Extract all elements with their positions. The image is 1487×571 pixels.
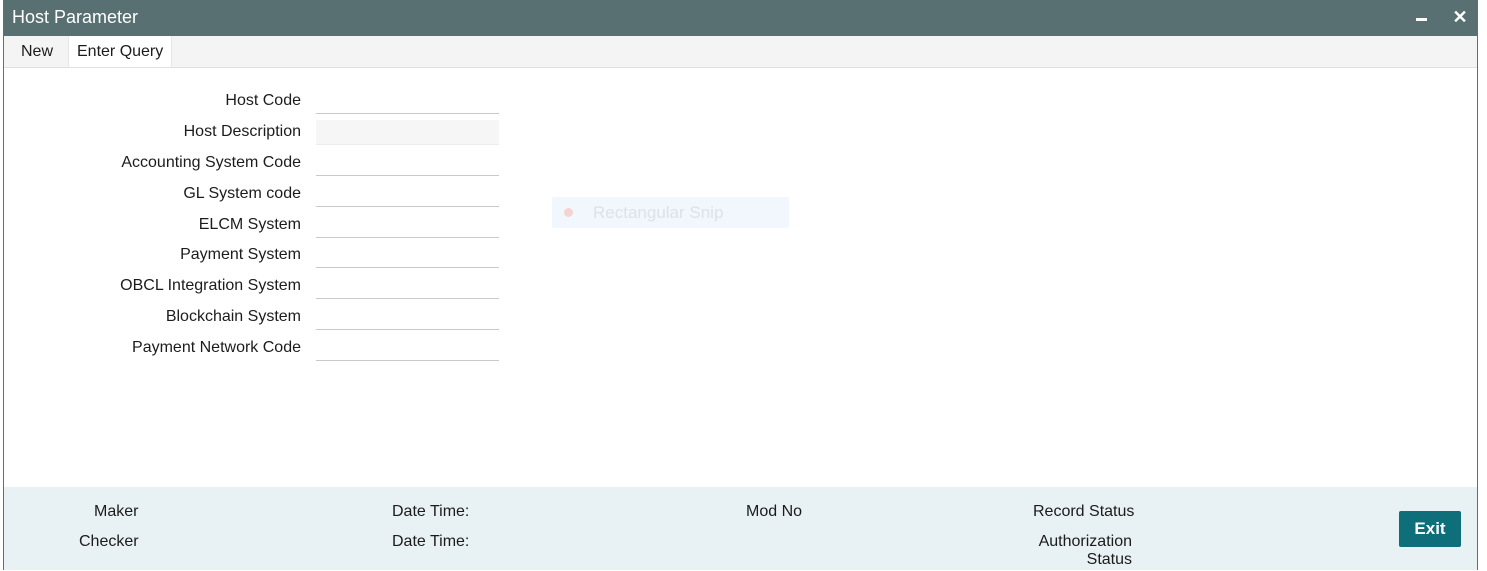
window-title: Host Parameter <box>12 7 139 27</box>
form-row-gl-system-code: GL System code <box>4 180 504 208</box>
authorization-status-label: Authorization Status <box>1039 533 1132 569</box>
host-code-label: Host Code <box>225 92 301 109</box>
minimize-icon[interactable] <box>1410 6 1432 28</box>
minimize-bar <box>1415 17 1427 21</box>
host-parameter-window: Host Parameter ✕ New Enter Query Host Co… <box>3 0 1478 570</box>
maker-datetime-label: Date Time: <box>392 503 470 520</box>
accounting-system-code-input[interactable] <box>316 151 499 176</box>
toolbar: New Enter Query <box>4 36 1477 68</box>
checker-datetime-label: Date Time: <box>392 533 470 550</box>
status-label-line: Status <box>1086 551 1132 568</box>
form-row-payment-system: Payment System <box>4 241 504 269</box>
obcl-integration-system-input[interactable] <box>316 274 499 299</box>
host-description-label: Host Description <box>183 123 301 140</box>
gl-system-code-label: GL System code <box>183 185 301 202</box>
mod-no-label: Mod No <box>746 503 803 520</box>
payment-system-label: Payment System <box>180 246 301 263</box>
audit-footer: Maker Checker Date Time: Date Time: Mod … <box>4 487 1477 570</box>
exit-button[interactable]: Exit <box>1399 511 1461 547</box>
form-row-obcl-integration-system: OBCL Integration System <box>4 272 504 300</box>
host-description-input <box>316 120 499 145</box>
form-row-payment-network-code: Payment Network Code <box>4 334 504 362</box>
snip-label: Rectangular Snip <box>593 203 724 222</box>
record-status-label: Record Status <box>1033 503 1135 520</box>
snip-record-icon <box>564 208 573 217</box>
blockchain-system-input[interactable] <box>316 305 499 330</box>
maker-label: Maker <box>94 503 139 520</box>
payment-network-code-input[interactable] <box>316 336 499 361</box>
rectangular-snip-overlay: Rectangular Snip <box>552 197 789 228</box>
checker-label: Checker <box>79 533 139 550</box>
close-glyph: ✕ <box>1452 6 1468 27</box>
title-bar: Host Parameter ✕ <box>4 0 1477 36</box>
blockchain-system-label: Blockchain System <box>165 308 301 325</box>
gl-system-code-input[interactable] <box>316 182 499 207</box>
form-row-host-description: Host Description <box>4 118 504 146</box>
payment-network-code-label: Payment Network Code <box>132 339 301 356</box>
form-row-accounting-system-code: Accounting System Code <box>4 149 504 177</box>
new-button[interactable]: New <box>13 36 61 67</box>
payment-system-input[interactable] <box>316 243 499 268</box>
form-row-host-code: Host Code <box>4 87 504 115</box>
elcm-system-label: ELCM System <box>198 216 301 233</box>
accounting-system-code-label: Accounting System Code <box>121 154 301 171</box>
form-row-elcm-system: ELCM System <box>4 211 504 239</box>
close-icon[interactable]: ✕ <box>1449 6 1471 28</box>
authorization-label-line: Authorization <box>1038 533 1132 550</box>
elcm-system-input[interactable] <box>316 213 499 238</box>
obcl-integration-system-label: OBCL Integration System <box>120 277 301 294</box>
enter-query-button[interactable]: Enter Query <box>68 36 173 67</box>
form-row-blockchain-system: Blockchain System <box>4 303 504 331</box>
host-code-input[interactable] <box>316 89 499 114</box>
